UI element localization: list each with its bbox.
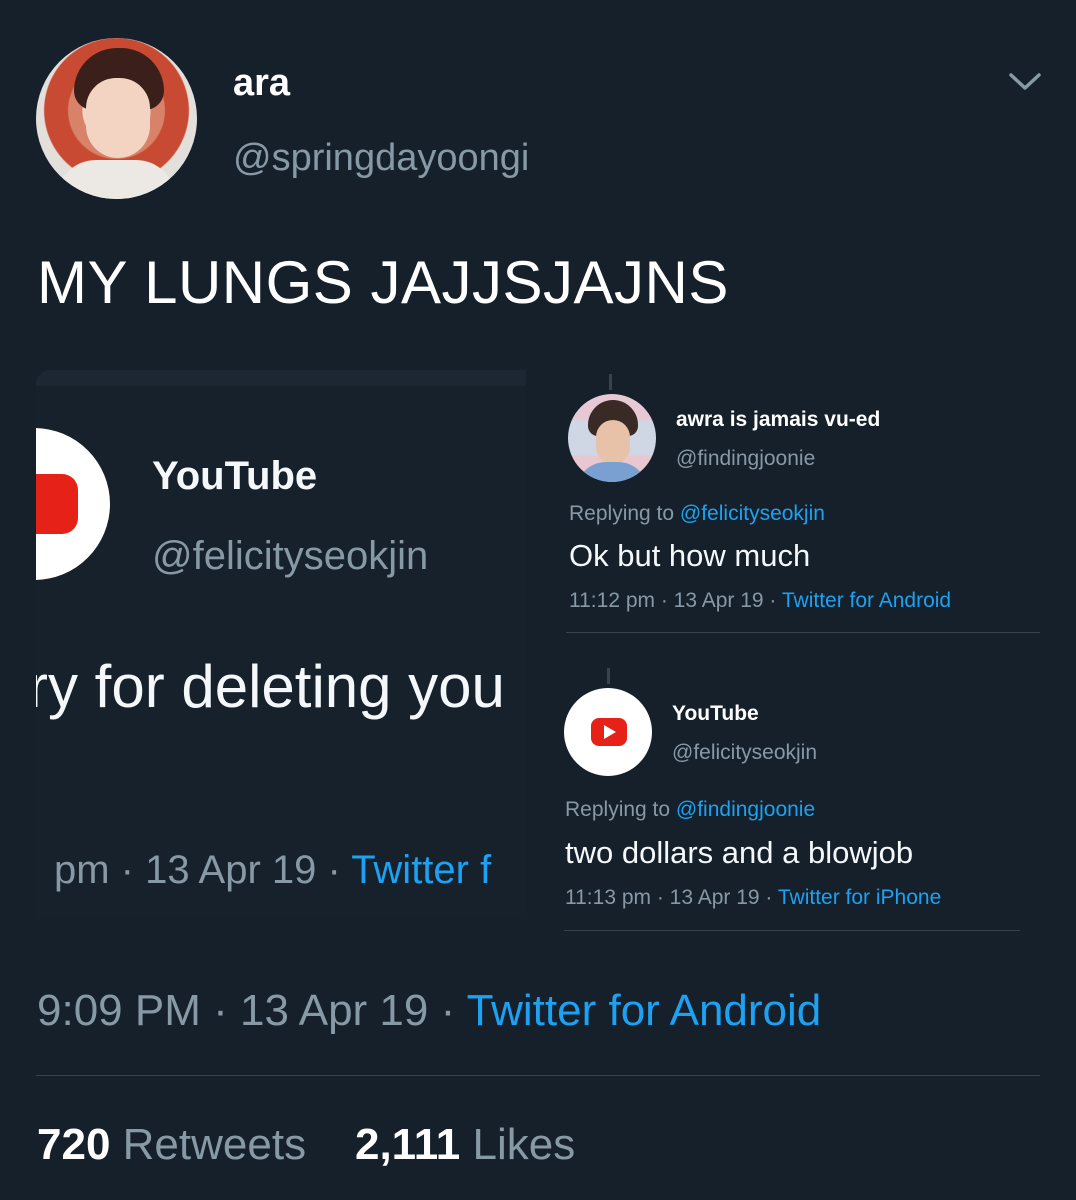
reply-name: YouTube: [672, 702, 759, 725]
divider: [36, 1075, 1040, 1076]
likes-stat[interactable]: 2,111 Likes: [355, 1120, 575, 1169]
timestamp-separator: ·: [428, 986, 467, 1035]
reply-replying-to: Replying to @findingjoonie: [565, 798, 815, 822]
likes-label: Likes: [472, 1120, 576, 1169]
reply-handle: @felicityseokjin: [672, 741, 818, 764]
author-handle[interactable]: @springdayoongi: [233, 137, 529, 180]
retweets-label: Retweets: [122, 1120, 307, 1169]
youtube-avatar-icon: [36, 428, 110, 580]
image-tweet-meta: pm · 13 Apr 19 · Twitter f: [54, 848, 491, 893]
reply-text: two dollars and a blowjob: [565, 835, 914, 870]
timestamp-separator: ·: [200, 986, 240, 1035]
tweet-stats: 720 Retweets 2,111 Likes: [37, 1120, 575, 1170]
reply-replying-label: Replying to: [565, 798, 676, 821]
tweet-date: 13 Apr 19: [239, 986, 429, 1035]
author-avatar[interactable]: [36, 38, 197, 199]
reply-avatar: [568, 394, 656, 482]
image-tweet-source: Twitter f: [351, 848, 492, 892]
reply-source: Twitter for Android: [781, 589, 952, 612]
attached-image-left[interactable]: YouTube @felicityseokjin ry for deleting…: [36, 370, 526, 918]
image-tweet-name: YouTube: [152, 454, 318, 498]
reply-meta-text: 11:13 pm · 13 Apr 19 ·: [565, 886, 778, 909]
reply-replying-label: Replying to: [569, 502, 680, 525]
author-display-name[interactable]: ara: [233, 62, 290, 105]
reply-replying-handle: @findingjoonie: [675, 798, 816, 821]
reply-meta-text: 11:12 pm · 13 Apr 19 ·: [569, 589, 782, 612]
youtube-avatar-icon: [564, 688, 652, 776]
image-tweet-handle: @felicityseokjin: [152, 534, 429, 578]
tweet-timestamp: 9:09 PM · 13 Apr 19 · Twitter for Androi…: [37, 986, 821, 1036]
likes-count: 2,111: [354, 1120, 461, 1169]
attached-image-right[interactable]: awra is jamais vu-ed @findingjoonie Repl…: [548, 372, 1040, 932]
reply-meta: 11:13 pm · 13 Apr 19 · Twitter for iPhon…: [565, 886, 941, 910]
reply-text: Ok but how much: [569, 538, 811, 573]
retweets-count: 720: [37, 1120, 111, 1169]
reply-meta: 11:12 pm · 13 Apr 19 · Twitter for Andro…: [569, 589, 951, 613]
reply-replying-handle: @felicityseokjin: [679, 502, 825, 525]
reply-handle: @findingjoonie: [676, 447, 816, 470]
reply-replying-to: Replying to @felicityseokjin: [569, 502, 825, 526]
chevron-down-icon[interactable]: [1008, 66, 1042, 96]
reply-source: Twitter for iPhone: [777, 886, 942, 909]
tweet-text: MY LUNGS JAJJSJAJNS: [37, 249, 729, 316]
tweet-source-link[interactable]: Twitter for Android: [467, 986, 822, 1035]
retweets-stat[interactable]: 720 Retweets: [37, 1120, 306, 1169]
reply-name: awra is jamais vu-ed: [676, 408, 881, 431]
tweet-time: 9:09 PM: [37, 986, 201, 1035]
image-tweet-meta-text: pm · 13 Apr 19 ·: [54, 848, 352, 892]
image-tweet-text: ry for deleting you: [36, 653, 505, 720]
